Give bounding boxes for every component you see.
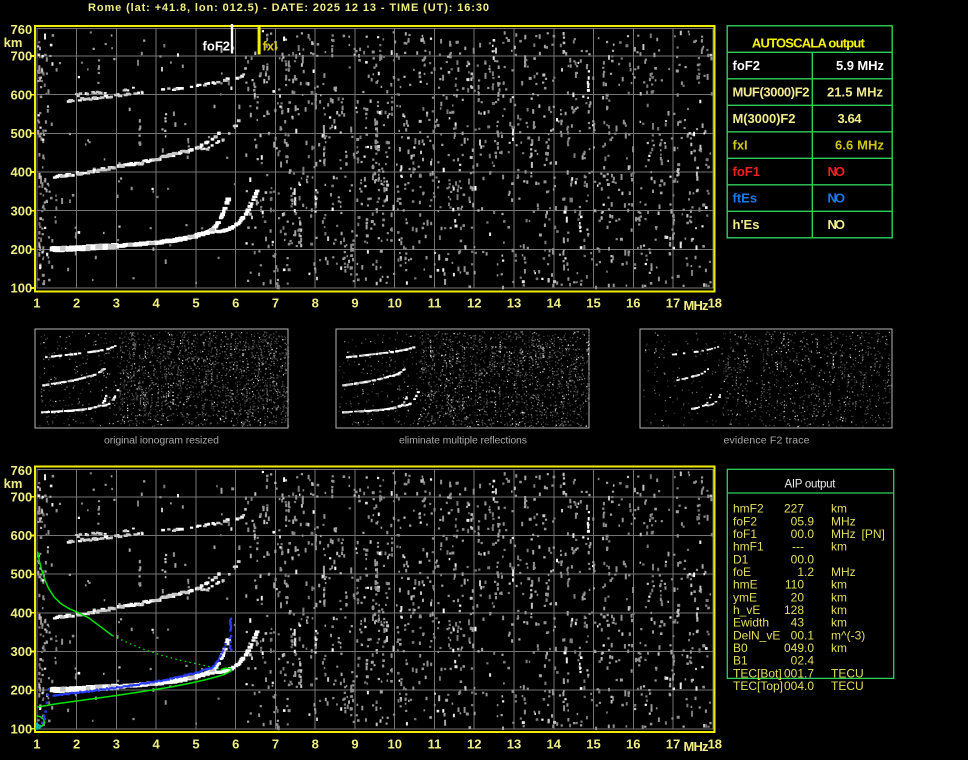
svg-text:6.6 MHz: 6.6 MHz (835, 137, 885, 152)
svg-text:foF1: foF1 (733, 164, 760, 179)
svg-text:004: 004 (784, 679, 804, 693)
svg-text:.0: .0 (804, 527, 814, 541)
svg-text:fxI: fxI (263, 39, 278, 54)
svg-text:h'Es: h'Es (733, 217, 760, 232)
svg-text:NO: NO (828, 164, 846, 179)
svg-text:foF2: foF2 (733, 58, 760, 73)
svg-text:MUF(3000)F2: MUF(3000)F2 (733, 84, 810, 99)
svg-text:TEC[Top]: TEC[Top] (733, 679, 783, 693)
svg-text:.0: .0 (804, 679, 814, 693)
svg-text:fxI: fxI (733, 137, 748, 152)
svg-text:evidence F2 trace: evidence F2 trace (724, 435, 810, 447)
svg-text:ftEs: ftEs (733, 190, 758, 205)
svg-text:3.64: 3.64 (838, 111, 863, 126)
svg-text:NO: NO (828, 190, 846, 205)
svg-text:Rome (lat: +41.8, lon: 012.5): Rome (lat: +41.8, lon: 012.5) - DATE: 20… (88, 2, 489, 14)
svg-text:21.5 MHz: 21.5 MHz (827, 84, 884, 99)
svg-text:original ionogram resized: original ionogram resized (104, 435, 219, 447)
svg-text:eliminate multiple reflections: eliminate multiple reflections (399, 435, 527, 447)
svg-text:km: km (831, 540, 847, 554)
svg-text:5.9 MHz: 5.9 MHz (836, 58, 885, 73)
svg-text:km: km (831, 641, 847, 655)
svg-text:NO: NO (828, 217, 846, 232)
svg-text:AIP output: AIP output (785, 479, 837, 491)
svg-text:AUTOSCALA output: AUTOSCALA output (752, 35, 866, 50)
svg-text:[PN]: [PN] (862, 527, 885, 541)
svg-text:M(3000)F2: M(3000)F2 (733, 111, 796, 126)
svg-text:foF2: foF2 (203, 39, 230, 54)
svg-text:TECU: TECU (831, 679, 864, 693)
svg-text:.2: .2 (804, 565, 814, 579)
